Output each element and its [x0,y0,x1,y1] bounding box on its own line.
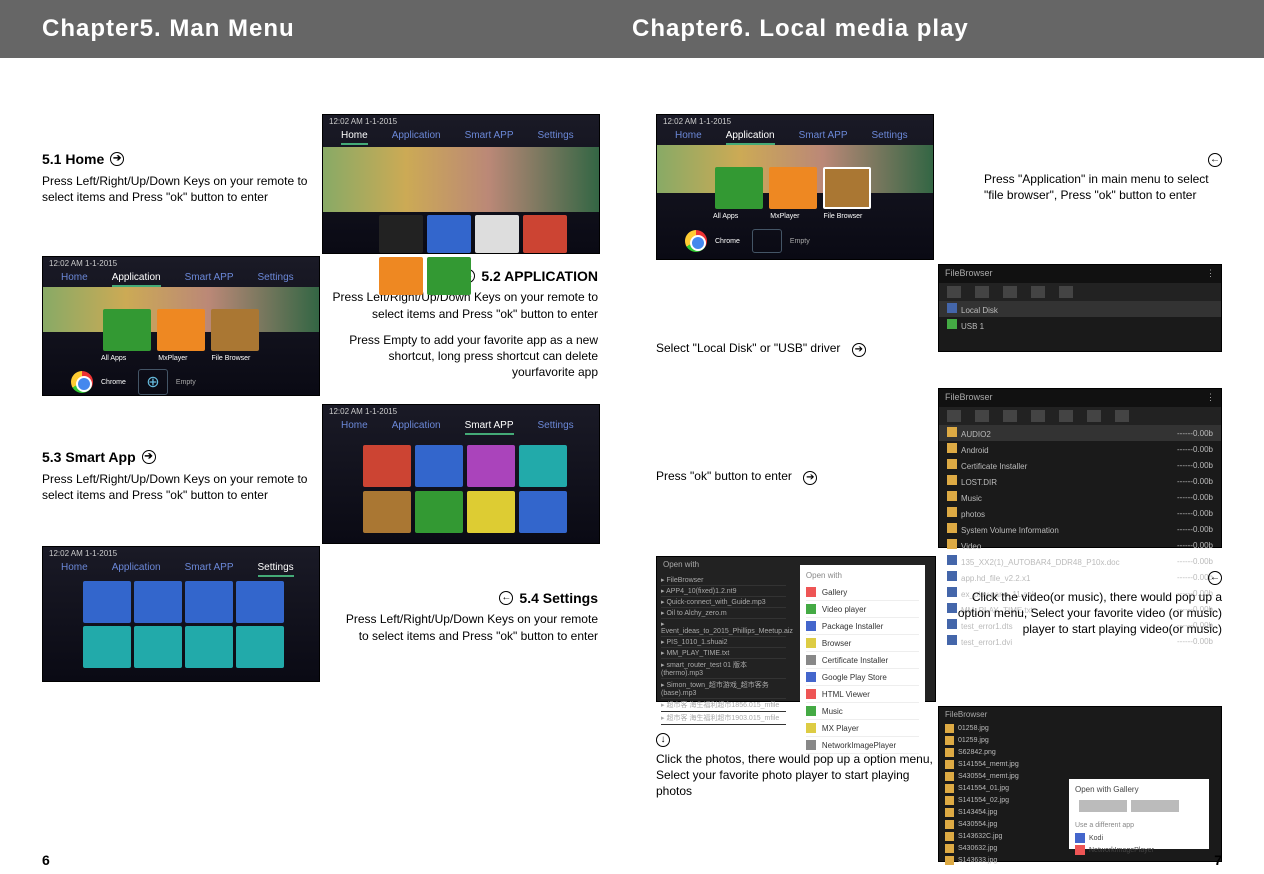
section-5-3-title: 5.3 Smart App➔ [42,448,156,467]
screenshot-settings: 12:02 AM 1-1-2015 Home Application Smart… [42,546,320,682]
arrow-left-icon: ← [499,591,513,605]
screenshot-open-with: Open with ▸ FileBrowser▸ APP4_10(fixed)1… [656,556,936,702]
arrow-right-icon: ➔ [110,152,124,166]
arrow-right-icon: ➔ [142,450,156,464]
right-step-5: ↓ Click the photos, there would pop up a… [656,730,936,800]
right-step-4: ← Click the video(or music), there would… [956,568,1222,638]
section-5-4-body: Press Left/Right/Up/Down Keys on your re… [340,611,598,643]
page-number-right: 7 [1214,852,1222,868]
chrome-icon [71,371,93,393]
section-5-3: 5.3 Smart App➔ Press Left/Right/Up/Down … [42,448,322,503]
section-5-4-title: ←5.4 Settings [340,589,598,608]
arrow-down-icon: ↓ [656,733,670,747]
right-step-1: ← Press "Application" in main menu to se… [984,150,1222,203]
screenshot-smartapp: 12:02 AM 1-1-2015 Home Application Smart… [322,404,600,544]
screenshot-app-right: 12:02 AM 1-1-2015 Home Application Smart… [656,114,934,260]
section-5-1-body: Press Left/Right/Up/Down Keys on your re… [42,173,312,205]
screenshot-photo-browser: FileBrowser 01258.jpg01259.jpgS62842.png… [938,706,1222,862]
chapter6-title: Chapter6. Local media play [632,15,969,43]
section-5-1: 5.1 Home➔ Press Left/Right/Up/Down Keys … [42,150,312,205]
page-number-left: 6 [42,852,50,868]
right-step-5-body: Click the photos, there would pop up a o… [656,751,936,800]
right-step-4-body: Click the video(or music), there would p… [956,589,1222,638]
right-step-2: Select "Local Disk" or "USB" driver ➔ [656,340,926,357]
chapter5-title: Chapter5. Man Menu [42,15,632,43]
photo-open-popup: Open with Gallery Use a different app Ko… [1069,779,1209,849]
section-5-2-body2: Press Empty to add your favorite app as … [330,332,598,381]
screenshot-filebrowser-drives: FileBrowser⋮ Local Disk USB 1 [938,264,1222,352]
arrow-left-icon: ← [1208,153,1222,167]
right-step-1-body: Press "Application" in main menu to sele… [984,171,1222,203]
section-5-4: ←5.4 Settings Press Left/Right/Up/Down K… [340,588,598,644]
arrow-right-icon: ➔ [852,343,866,357]
chapter-banner: Chapter5. Man Menu Chapter6. Local media… [0,0,1264,58]
screenshot-home: 12:02 AM 1-1-2015 Home Application Smart… [322,114,600,254]
screenshot-application: 12:02 AM 1-1-2015 Home Application Smart… [42,256,320,396]
right-step-3: Press "ok" button to enter ➔ [656,468,926,485]
page-content: 5.1 Home➔ Press Left/Right/Up/Down Keys … [0,58,1264,874]
section-5-1-title: 5.1 Home➔ [42,150,124,169]
arrow-left-icon: ← [1208,571,1222,585]
arrow-right-icon: ➔ [803,471,817,485]
chrome-icon [685,230,707,252]
screenshot-filebrowser-folders: FileBrowser⋮ AUDIO2------0.00bAndroid---… [938,388,1222,548]
section-5-3-body: Press Left/Right/Up/Down Keys on your re… [42,471,322,503]
